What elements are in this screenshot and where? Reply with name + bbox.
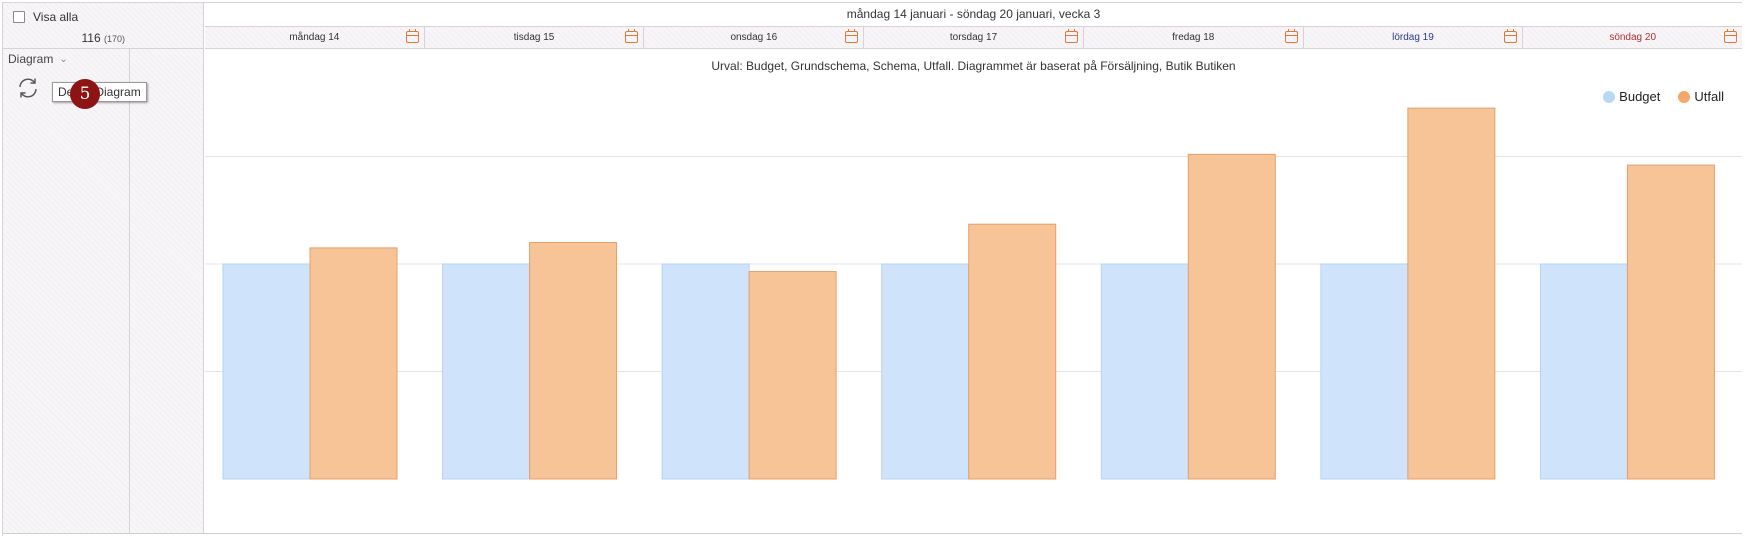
left-header-panel: Visa alla 116 (170): [3, 3, 204, 49]
calendar-icon[interactable]: [1064, 29, 1078, 43]
day-header-2[interactable]: onsdag 16: [644, 27, 865, 48]
day-header-1[interactable]: tisdag 15: [425, 27, 645, 48]
show-all-label: Visa alla: [33, 10, 79, 24]
day-header-0[interactable]: måndag 14: [205, 27, 425, 48]
bottom-summary-strip: [3, 533, 1742, 537]
sidebar-divider: [129, 49, 130, 534]
bar-budget-0[interactable]: [222, 263, 311, 480]
count-main: 116: [81, 31, 101, 45]
left-sidebar: Diagram ⌄ De Diagram: [3, 49, 204, 534]
day-label: söndag 20: [1609, 32, 1657, 43]
bar-budget-5[interactable]: [1320, 263, 1409, 480]
bar-utfall-2[interactable]: [748, 271, 837, 480]
day-label: tisdag 15: [513, 32, 555, 43]
day-label: lördag 19: [1392, 32, 1434, 43]
day-label: fredag 18: [1172, 32, 1215, 43]
refresh-icon[interactable]: [16, 76, 40, 100]
chevron-down-icon: ⌄: [59, 53, 68, 65]
show-all-checkbox[interactable]: [13, 11, 25, 23]
bar-utfall-3[interactable]: [968, 223, 1057, 480]
day-header-6[interactable]: söndag 20: [1523, 27, 1742, 48]
week-title: måndag 14 januari - söndag 20 januari, v…: [205, 3, 1742, 27]
day-header-4[interactable]: fredag 18: [1084, 27, 1304, 48]
chart-area: Urval: Budget, Grundschema, Schema, Utfa…: [205, 49, 1742, 535]
diagram-dropdown[interactable]: Diagram ⌄: [8, 52, 68, 66]
bar-budget-3[interactable]: [881, 263, 970, 480]
show-all-toggle[interactable]: Visa alla: [13, 10, 78, 24]
day-label: måndag 14: [289, 32, 340, 43]
bar-chart: [205, 107, 1742, 480]
refresh-tooltip-text: Diagram: [95, 85, 141, 99]
calendar-icon[interactable]: [845, 29, 859, 43]
day-header-row: måndag 14 tisdag 15 onsdag 16 torsdag 17 fre…: [205, 27, 1742, 49]
bar-utfall-1[interactable]: [529, 242, 618, 480]
diagram-label: Diagram: [8, 52, 54, 66]
day-label: onsdag 16: [730, 32, 778, 43]
day-header-3[interactable]: torsdag 17: [864, 27, 1084, 48]
step-marker-badge: 5: [70, 79, 100, 109]
calendar-icon[interactable]: [1724, 29, 1738, 43]
day-header-5[interactable]: lördag 19: [1304, 27, 1524, 48]
bar-utfall-5[interactable]: [1407, 107, 1496, 480]
employee-count: 116 (170): [82, 31, 126, 45]
calendar-icon[interactable]: [1504, 29, 1518, 43]
bar-utfall-6[interactable]: [1626, 164, 1715, 480]
bar-budget-2[interactable]: [661, 263, 750, 480]
calendar-icon[interactable]: [625, 29, 639, 43]
calendar-icon[interactable]: [405, 29, 419, 43]
bar-utfall-4[interactable]: [1187, 153, 1276, 480]
day-label: torsdag 17: [949, 32, 998, 43]
bar-budget-1[interactable]: [442, 263, 531, 480]
bar-utfall-0[interactable]: [309, 247, 398, 480]
count-sub: (170): [103, 34, 125, 44]
calendar-icon[interactable]: [1284, 29, 1298, 43]
bar-budget-6[interactable]: [1539, 263, 1628, 480]
bar-budget-4[interactable]: [1100, 263, 1189, 480]
